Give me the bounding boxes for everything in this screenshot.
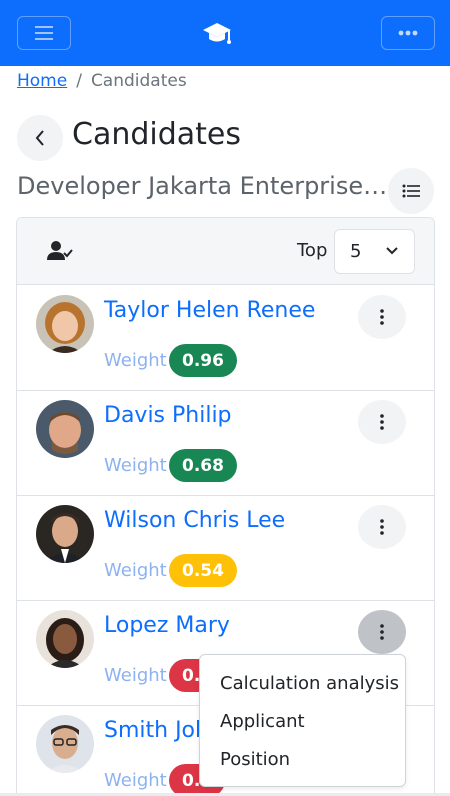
position-subtitle: Developer Jakarta Enterprise Edition [17,172,389,200]
candidate-avatar [36,715,94,773]
dots-vertical-icon [380,309,384,325]
weight-label: Weight [104,665,167,686]
breadcrumb: Home / Candidates [17,71,187,91]
page-title: Candidates [72,117,241,152]
graduation-cap-icon[interactable] [202,20,232,48]
chevron-left-icon [35,130,44,146]
candidate-name[interactable]: Wilson Chris Lee [104,508,285,533]
weight-label: Weight [104,560,167,581]
breadcrumb-current: Candidates [90,71,187,91]
back-button[interactable] [17,115,63,161]
card-header: Top 5 [17,218,434,285]
dots-vertical-icon [380,624,384,640]
candidate-row: Davis Philip Weight 0.68 [17,391,434,496]
dots-horizontal-icon [398,30,418,36]
menu-button[interactable] [17,16,71,50]
top-label: Top [297,240,328,261]
candidate-options-button[interactable] [358,400,406,444]
user-check-icon[interactable] [47,238,73,264]
candidate-name[interactable]: Lopez Mary [104,613,230,638]
candidate-avatar [36,295,94,353]
candidate-avatar [36,610,94,668]
weight-label: Weight [104,455,167,476]
breadcrumb-home-link[interactable]: Home [17,71,67,91]
list-view-button[interactable] [388,168,434,214]
more-options-button[interactable] [381,16,435,50]
candidate-row: Wilson Chris Lee Weight 0.54 [17,496,434,601]
weight-label: Weight [104,770,167,791]
candidate-name[interactable]: Taylor Helen Renee [104,298,315,323]
menu-item-applicant[interactable]: Applicant [220,711,305,732]
chevron-down-icon [386,247,398,255]
weight-badge: 0.68 [169,449,237,482]
menu-item-calculation-analysis[interactable]: Calculation analysis [220,673,399,694]
candidate-options-button[interactable] [358,505,406,549]
weight-badge: 0.96 [169,344,237,377]
candidate-name[interactable]: Davis Philip [104,403,232,428]
candidate-options-button[interactable] [358,610,406,654]
list-icon [402,184,420,198]
dots-vertical-icon [380,414,384,430]
candidate-avatar [36,505,94,563]
weight-badge: 0.54 [169,554,237,587]
candidate-avatar [36,400,94,458]
hamburger-icon [35,26,53,40]
candidate-options-menu: Calculation analysis Applicant Position [199,654,406,787]
dots-vertical-icon [380,519,384,535]
candidate-row: Taylor Helen Renee Weight 0.96 [17,286,434,391]
top-navbar [0,0,450,66]
top-count-value: 5 [350,241,362,262]
breadcrumb-separator: / [76,71,82,91]
top-count-select[interactable]: 5 [334,229,415,274]
weight-label: Weight [104,350,167,371]
menu-item-position[interactable]: Position [220,749,290,770]
candidate-options-button[interactable] [358,295,406,339]
